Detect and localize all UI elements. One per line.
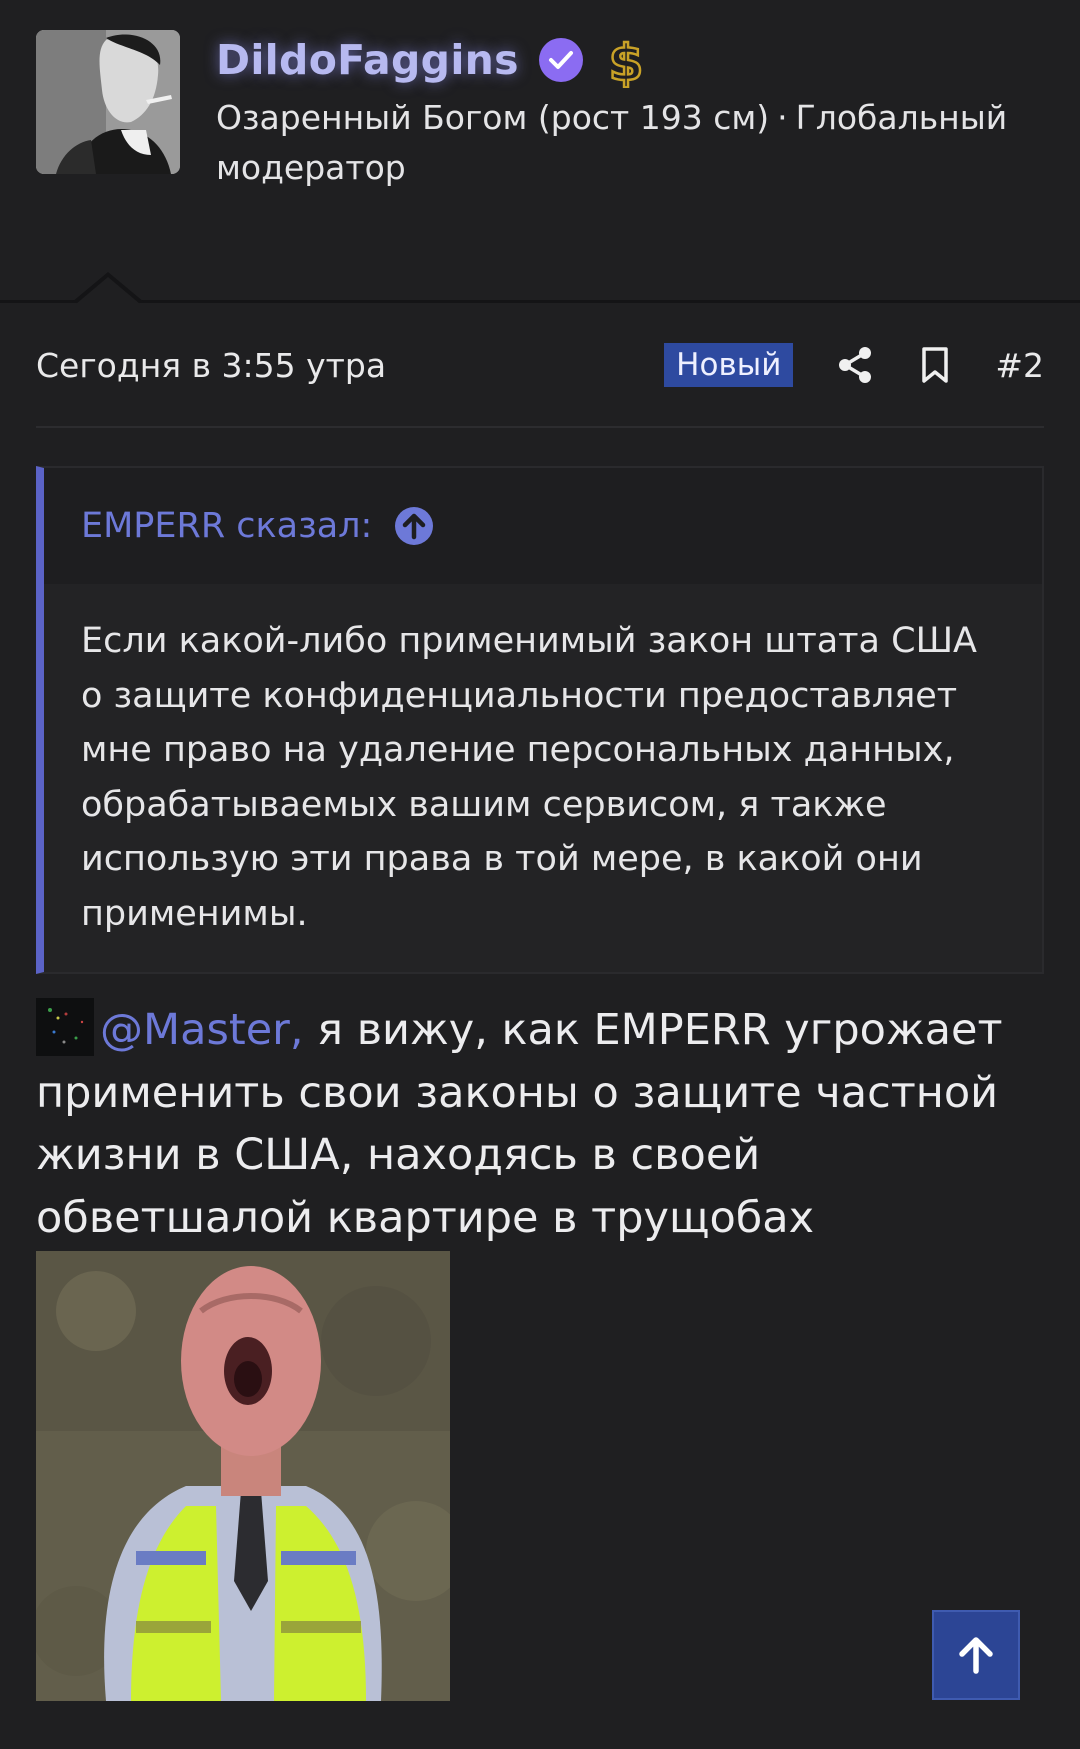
bookmark-icon[interactable] <box>915 345 955 385</box>
mention-avatar <box>36 998 94 1056</box>
arrow-up-circle-icon[interactable] <box>394 506 434 546</box>
embedded-gif[interactable] <box>36 1251 450 1701</box>
verified-check-icon <box>538 38 583 82</box>
forum-post-page: DildoFaggins $ Озаренный Богом (рост 193… <box>0 0 1080 1749</box>
header-pointer-fill <box>76 277 140 304</box>
quote-author-link[interactable]: EMPERR сказал: <box>81 506 372 546</box>
screaming-man-image <box>36 1251 450 1701</box>
new-badge: Новый <box>664 343 794 387</box>
quote-block: EMPERR сказал: Если какой-либо применимы… <box>36 466 1044 974</box>
meta-divider <box>36 426 1044 428</box>
mention-avatar-image <box>36 998 94 1056</box>
user-title: Озаренный Богом (рост 193 см) · Глобальный… <box>216 93 1056 193</box>
post-meta-bar: Сегодня в 3:55 утра Новый #2 <box>36 335 1044 395</box>
header-divider <box>0 300 1080 303</box>
username-row: DildoFaggins $ <box>216 30 649 90</box>
quote-text: Если какой-либо применимый закон штата С… <box>81 621 977 934</box>
dollar-icon: $ <box>607 33 644 88</box>
scroll-to-top-button[interactable] <box>932 1610 1020 1700</box>
avatar-image <box>36 30 180 174</box>
username-link[interactable]: DildoFaggins <box>216 36 519 84</box>
title-separator: · <box>777 98 788 137</box>
user-avatar[interactable] <box>36 30 180 174</box>
post-number-link[interactable]: #2 <box>995 346 1044 385</box>
arrow-up-icon <box>959 1637 993 1674</box>
share-icon[interactable] <box>835 345 875 385</box>
quote-header: EMPERR сказал: <box>44 468 1042 584</box>
user-mention-link[interactable]: @Master, <box>100 1005 304 1055</box>
user-title-rank: Озаренный Богом (рост 193 см) <box>216 98 770 137</box>
post-author-block: DildoFaggins $ Озаренный Богом (рост 193… <box>0 0 1080 302</box>
svg-text:$: $ <box>608 34 643 88</box>
post-date[interactable]: Сегодня в 3:55 утра <box>36 346 664 385</box>
